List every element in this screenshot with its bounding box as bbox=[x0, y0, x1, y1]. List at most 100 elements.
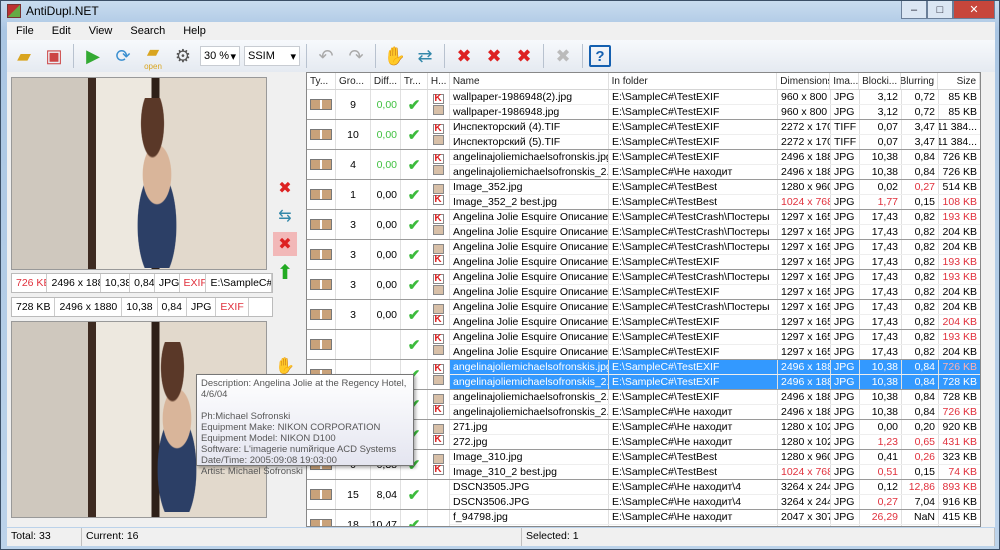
delete-both-icon[interactable]: ✖ bbox=[511, 43, 537, 69]
table-row[interactable]: 272.jpgE:\SampleC#\Не находит1280 x 1024… bbox=[450, 434, 980, 449]
column-header[interactable]: In folder bbox=[609, 73, 778, 89]
group-rows: wallpaper-1986948(2).jpg E:\SampleC#\Test… bbox=[450, 90, 980, 119]
maximize-button[interactable]: □ bbox=[927, 1, 953, 19]
delete-first-icon[interactable]: ✖ bbox=[451, 43, 477, 69]
table-row[interactable]: Angelina Jolie Esquire Описание(2).jpgE:… bbox=[450, 210, 980, 225]
redo-icon[interactable]: ↷ bbox=[343, 43, 369, 69]
cell-blk: 0,07 bbox=[860, 134, 902, 149]
hint-image-icon: K bbox=[432, 313, 444, 325]
info-exif[interactable]: EXIF bbox=[180, 274, 207, 292]
cell-blur: 0,26 bbox=[902, 450, 939, 464]
undo-icon[interactable]: ↶ bbox=[313, 43, 339, 69]
table-row[interactable]: wallpaper-1986948(2).jpg E:\SampleC#\Test… bbox=[450, 90, 980, 105]
result-group[interactable]: 4 0,00 ✔ Kangelinajoliemichaelsofronskis.jp… bbox=[307, 150, 980, 180]
table-row[interactable]: angelinajoliemichaelsofronskis_2.jpg E:\S… bbox=[450, 164, 980, 179]
column-header[interactable]: Ty... bbox=[307, 73, 336, 89]
column-header[interactable]: Gro... bbox=[336, 73, 371, 89]
status-current: Current: 16 bbox=[82, 528, 522, 546]
cell-dims: 2496 x 1880 bbox=[778, 360, 831, 374]
table-row[interactable]: angelinajoliemichaelsofronskis.jpg E:\Sam… bbox=[450, 360, 980, 375]
delete-second-icon[interactable]: ✖ bbox=[481, 43, 507, 69]
table-row[interactable]: DSCN3506.JPG E:\SampleC#\Не находит\4 3264… bbox=[450, 494, 980, 509]
column-header[interactable]: Blocki... bbox=[859, 73, 902, 89]
table-row[interactable]: Angelina Jolie Esquire Описание(2).jpgE:… bbox=[450, 330, 980, 345]
table-row[interactable]: Angelina Jolie Esquire Описание.jpg E:\Sa… bbox=[450, 300, 980, 315]
menu-help[interactable]: Help bbox=[174, 25, 215, 37]
result-group[interactable]: 30,00 ✔ K Angelina Jolie Esquire Описание(2… bbox=[307, 270, 980, 300]
close-button[interactable]: ✕ bbox=[953, 1, 995, 19]
cell-name: wallpaper-1986948(2).jpg bbox=[450, 90, 609, 104]
table-row[interactable]: Angelina Jolie Esquire Описание.jpg E:\Sa… bbox=[450, 344, 980, 359]
column-header[interactable]: Name bbox=[450, 73, 609, 89]
result-group[interactable]: 3 0,00 ✔ K Angelina Jolie Esquire Описание.j… bbox=[307, 300, 980, 330]
table-row[interactable]: angelinajoliemichaelsofronskis_2.jpg E:\S… bbox=[450, 390, 980, 405]
table-row[interactable]: Image_310_2 best.jpg E:\SampleC#\TestBest… bbox=[450, 464, 980, 479]
table-row[interactable]: Image_352_2 best.jpg E:\SampleC#\TestBest… bbox=[450, 194, 980, 209]
result-group[interactable]: 18 10,47 ✔ f_94798.jpg E:\SampleC#\Не находи… bbox=[307, 510, 980, 526]
cell-folder: E:\SampleC#\Не находит bbox=[609, 420, 778, 434]
menu-edit[interactable]: Edit bbox=[43, 25, 80, 37]
refresh-icon[interactable]: ⟳ bbox=[110, 43, 136, 69]
table-row[interactable]: Angelina Jolie Esquire Описание.jpg E:\Sa… bbox=[450, 314, 980, 329]
algorithm-select[interactable]: SSIM ▾ bbox=[244, 46, 300, 66]
replace-icon[interactable]: ⇆ bbox=[273, 204, 297, 228]
delete-first-icon[interactable]: ✖ bbox=[273, 176, 297, 200]
menu-view[interactable]: View bbox=[80, 25, 122, 37]
result-group[interactable]: 3 0,00 ✔ K Angelina Jolie Esquire Описание.j… bbox=[307, 240, 980, 270]
column-header[interactable]: H... bbox=[428, 73, 450, 89]
cell-type: JPG bbox=[831, 420, 860, 434]
table-row[interactable]: DSCN3505.JPG E:\SampleC#\Не находит\4 3264… bbox=[450, 480, 980, 495]
table-row[interactable]: Image_352.jpg E:\SampleC#\TestBest 1280 x … bbox=[450, 180, 980, 195]
column-header[interactable]: Ima... bbox=[830, 73, 860, 89]
table-row[interactable]: Angelina Jolie Esquire Описание(2).jpgE:… bbox=[450, 270, 980, 285]
cell-name: DSCN3506.JPG bbox=[450, 494, 609, 509]
minimize-button[interactable]: – bbox=[901, 1, 927, 19]
options-gear-icon[interactable]: ⚙ bbox=[170, 43, 196, 69]
table-row[interactable]: Инспекторский (4).TIF E:\SampleC#\TestEXI… bbox=[450, 120, 980, 135]
table-row[interactable]: angelinajoliemichaelsofronskis.jpg E:\Sam… bbox=[450, 150, 980, 165]
rename-icon[interactable]: ⇄ bbox=[412, 43, 438, 69]
column-header[interactable]: Size bbox=[938, 73, 980, 89]
table-row[interactable]: Image_310.jpg E:\SampleC#\TestBest 1280 x … bbox=[450, 450, 980, 465]
table-row[interactable]: Инспекторский (5).TIF E:\SampleC#\TestEXI… bbox=[450, 134, 980, 149]
window-title: AntiDupl.NET bbox=[26, 4, 99, 18]
group-rows: DSCN3505.JPG E:\SampleC#\Не находит\4 3264… bbox=[450, 480, 980, 509]
result-group[interactable]: 15 8,04 ✔ DSCN3505.JPG E:\SampleC#\Не находи… bbox=[307, 480, 980, 510]
table-row[interactable]: 271.jpgE:\SampleC#\Не находит1280 x 1024… bbox=[450, 420, 980, 435]
stop-hand-icon[interactable]: ✋ bbox=[382, 43, 408, 69]
difference-cell: 0,00 bbox=[371, 150, 401, 179]
table-row[interactable]: Angelina Jolie Esquire Описание.jpg E:\Sa… bbox=[450, 284, 980, 299]
table-row[interactable]: Angelina Jolie Esquire Описание(2).jpgE:… bbox=[450, 254, 980, 269]
table-row[interactable]: Angelina Jolie Esquire Описание.jpg E:\Sa… bbox=[450, 224, 980, 239]
result-group[interactable]: 10 0,00 ✔ K Инспекторский (4).TIF E:\SampleC#… bbox=[307, 120, 980, 150]
save-icon[interactable]: ▣ bbox=[41, 43, 67, 69]
result-group[interactable]: 9 0,00 ✔ Kwallpaper-1986948(2).jpg E:\Sample… bbox=[307, 90, 980, 120]
open-folder-button[interactable]: ▰ open bbox=[140, 43, 166, 71]
table-row[interactable]: angelinajoliemichaelsofronskis_2.jpg E:\S… bbox=[450, 404, 980, 419]
info-exif[interactable]: EXIF bbox=[216, 298, 249, 316]
delete-second-icon[interactable]: ✖ bbox=[273, 232, 297, 256]
menu-search[interactable]: Search bbox=[121, 25, 174, 37]
zoom-select[interactable]: 30 % ▾ bbox=[200, 46, 240, 66]
mistake-icon[interactable]: ✖ bbox=[550, 43, 576, 69]
arrow-up-icon[interactable]: ⬆ bbox=[273, 260, 297, 284]
column-header[interactable]: Diff... bbox=[371, 73, 401, 89]
result-group[interactable]: 1 0,00 ✔ K Image_352.jpg E:\SampleC#\TestBest… bbox=[307, 180, 980, 210]
table-row[interactable]: wallpaper-1986948.jpg E:\SampleC#\TestEXI… bbox=[450, 104, 980, 119]
column-header[interactable]: Tr... bbox=[401, 73, 428, 89]
result-group[interactable]: ✔KAngelina Jolie Esquire Описание(2).jpg… bbox=[307, 330, 980, 360]
start-search-icon[interactable]: ▶ bbox=[80, 43, 106, 69]
cell-dims: 1280 x 1024 bbox=[778, 420, 831, 434]
column-header[interactable]: Dimensions bbox=[777, 73, 831, 89]
hint-image-icon bbox=[432, 134, 444, 145]
table-row[interactable]: Angelina Jolie Esquire Описание.jpg E:\Sa… bbox=[450, 240, 980, 255]
column-header[interactable]: Blurring bbox=[901, 73, 939, 89]
result-group[interactable]: 30,00 ✔ K Angelina Jolie Esquire Описание(2… bbox=[307, 210, 980, 240]
cell-dims: 2496 x 1880 bbox=[778, 150, 831, 164]
help-icon[interactable]: ? bbox=[589, 45, 611, 67]
menu-file[interactable]: File bbox=[7, 25, 43, 37]
table-row[interactable]: angelinajoliemichaelsofronskis_2.jpg E:\S… bbox=[450, 374, 980, 389]
table-row[interactable]: f_94798_2.jpgE:\SampleC#\Не находит1363 … bbox=[450, 524, 980, 526]
table-row[interactable]: f_94798.jpg E:\SampleC#\Не находит 2047 x … bbox=[450, 510, 980, 525]
open-profile-icon[interactable]: ▰ bbox=[11, 43, 37, 69]
